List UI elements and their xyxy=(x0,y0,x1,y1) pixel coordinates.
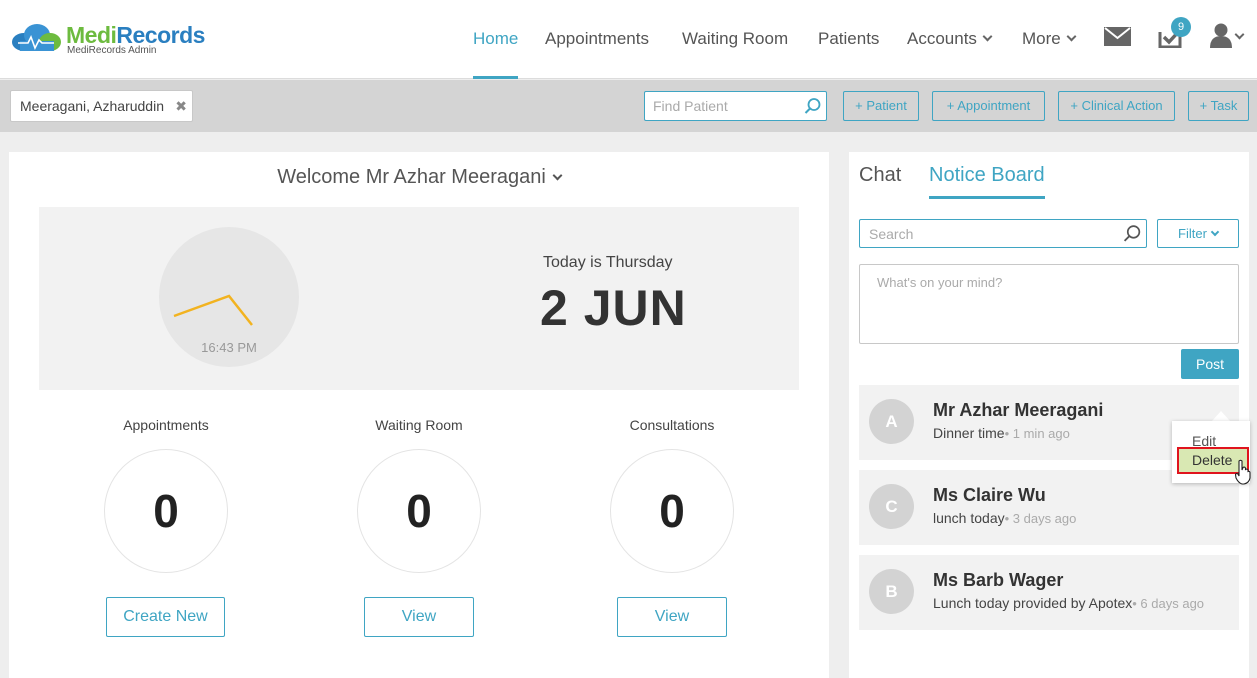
nav-patients[interactable]: Patients xyxy=(818,0,879,79)
consultations-stat: Consultations 0 xyxy=(592,417,752,573)
find-patient-input[interactable] xyxy=(645,92,795,120)
post-button[interactable]: Post xyxy=(1181,349,1239,379)
date-time-card: 16:43 PM Today is Thursday 2 JUN xyxy=(39,207,799,390)
stat-label: Consultations xyxy=(629,417,715,433)
stat-value: 0 xyxy=(104,449,228,573)
chevron-down-icon xyxy=(1210,227,1220,237)
patient-toolbar: Meeragani, Azharuddin ✖ + Patient + Appo… xyxy=(0,80,1257,132)
notice-author: Mr Azhar Meeragani xyxy=(933,400,1104,420)
stat-label: Appointments xyxy=(123,417,209,433)
notice-time: • 3 days ago xyxy=(1004,511,1077,526)
new-post-box xyxy=(859,264,1239,344)
search-icon[interactable] xyxy=(1123,224,1142,243)
chevron-down-icon xyxy=(1066,31,1077,42)
add-appointment-button[interactable]: + Appointment xyxy=(932,91,1045,121)
user-avatar-icon xyxy=(1210,23,1232,48)
add-clinical-action-button[interactable]: + Clinical Action xyxy=(1058,91,1175,121)
avatar: A xyxy=(869,399,914,444)
tab-notice-board[interactable]: Notice Board xyxy=(929,164,1045,199)
clock-time: 16:43 PM xyxy=(201,340,257,355)
chevron-down-icon xyxy=(1234,29,1245,40)
menu-pointer-arrow xyxy=(1212,411,1230,421)
logo-text: MediRecords xyxy=(66,22,205,48)
notice-time: • 1 min ago xyxy=(1004,426,1070,441)
notice-search-box xyxy=(859,219,1147,248)
add-task-button[interactable]: + Task xyxy=(1188,91,1249,121)
today-label: Today is Thursday xyxy=(543,254,673,271)
tab-chat[interactable]: Chat xyxy=(859,164,901,187)
user-menu[interactable] xyxy=(1208,22,1250,50)
stat-value: 0 xyxy=(610,449,734,573)
notice-text: lunch today xyxy=(933,510,1005,526)
nav-accounts[interactable]: Accounts xyxy=(907,0,993,79)
notice-board-panel: Chat Notice Board Filter Post A Mr Azhar… xyxy=(849,152,1249,678)
welcome-dropdown[interactable]: Welcome Mr Azhar Meeragani xyxy=(9,166,829,189)
today-date: 2 JUN xyxy=(540,280,687,336)
notice-search-input[interactable] xyxy=(860,220,1110,247)
nav-more[interactable]: More xyxy=(1022,0,1077,79)
appointments-stat: Appointments 0 xyxy=(86,417,246,573)
create-new-appointment-button[interactable]: Create New xyxy=(106,597,225,637)
filter-button[interactable]: Filter xyxy=(1157,219,1239,248)
cloud-logo-icon xyxy=(12,24,61,51)
hand-cursor-icon xyxy=(1235,459,1251,485)
nav-accounts-label: Accounts xyxy=(907,29,977,48)
top-header: MediRecords MediRecords Admin Home Appoi… xyxy=(0,0,1257,79)
close-icon[interactable]: ✖ xyxy=(175,91,187,121)
stat-value: 0 xyxy=(357,449,481,573)
selected-patient-name: Meeragani, Azharuddin xyxy=(20,98,164,114)
stat-label: Waiting Room xyxy=(375,417,463,433)
dashboard-panel: Welcome Mr Azhar Meeragani 16:43 PM Toda… xyxy=(9,152,829,678)
find-patient-box xyxy=(644,91,827,121)
tasks-count-badge: 9 xyxy=(1171,17,1191,37)
search-icon[interactable] xyxy=(804,97,822,115)
nav-home[interactable]: Home xyxy=(473,0,519,79)
logo[interactable]: MediRecords MediRecords Admin xyxy=(10,24,205,56)
welcome-title: Welcome Mr Azhar Meeragani xyxy=(277,166,546,188)
notice-time: • 6 days ago xyxy=(1132,596,1205,611)
notice-message: Lunch today provided by Apotex• 6 days a… xyxy=(933,595,1204,611)
view-consultations-button[interactable]: View xyxy=(617,597,727,637)
nav-waiting-room[interactable]: Waiting Room xyxy=(682,0,788,79)
mail-icon[interactable] xyxy=(1104,27,1131,46)
analog-clock: 16:43 PM xyxy=(159,227,299,367)
nav-more-label: More xyxy=(1022,29,1061,48)
notice-message: Dinner time• 1 min ago xyxy=(933,425,1070,441)
avatar: C xyxy=(869,484,914,529)
avatar: B xyxy=(869,569,914,614)
notice-author: Ms Claire Wu xyxy=(933,485,1046,505)
add-patient-button[interactable]: + Patient xyxy=(843,91,919,121)
new-post-textarea[interactable] xyxy=(860,265,1238,343)
view-waiting-room-button[interactable]: View xyxy=(364,597,474,637)
nav-appointments[interactable]: Appointments xyxy=(545,0,649,79)
notice-message: lunch today• 3 days ago xyxy=(933,510,1076,526)
selected-patient-tag[interactable]: Meeragani, Azharuddin ✖ xyxy=(10,90,193,122)
notice-text: Dinner time xyxy=(933,425,1005,441)
waiting-room-stat: Waiting Room 0 xyxy=(339,417,499,573)
notice-text: Lunch today provided by Apotex xyxy=(933,595,1133,611)
notice-item[interactable]: B Ms Barb Wager Lunch today provided by … xyxy=(859,555,1239,630)
filter-label: Filter xyxy=(1178,226,1207,241)
notice-author: Ms Barb Wager xyxy=(933,570,1064,590)
chevron-down-icon xyxy=(552,170,563,181)
chevron-down-icon xyxy=(982,31,993,42)
